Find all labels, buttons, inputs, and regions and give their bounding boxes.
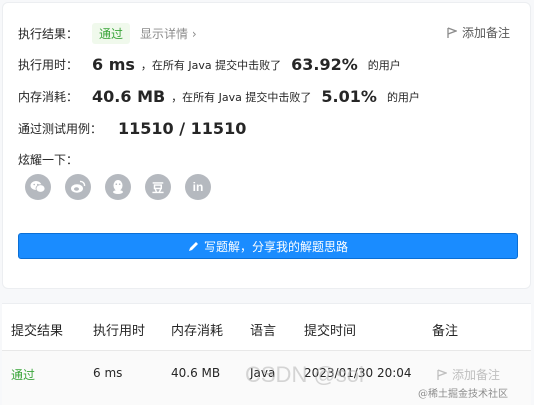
- douban-icon[interactable]: 豆: [145, 174, 171, 200]
- row-add-note-button[interactable]: 添加备注: [437, 366, 500, 383]
- douban-glyph: 豆: [151, 180, 164, 195]
- row-add-note-label: 添加备注: [452, 368, 501, 382]
- linkedin-icon[interactable]: in: [185, 174, 211, 200]
- pencil-icon: [188, 241, 198, 251]
- runtime-suffix: 的用户: [367, 58, 401, 72]
- header-status: 提交结果: [11, 324, 64, 339]
- runtime-percent: 63.92%: [291, 55, 358, 74]
- wechat-icon[interactable]: [25, 174, 51, 200]
- header-language: 语言: [250, 324, 277, 339]
- flag-icon: [447, 26, 457, 38]
- header-runtime: 执行用时: [93, 324, 146, 339]
- linkedin-glyph: in: [192, 180, 204, 194]
- show-details-link[interactable]: 显示详情 ›: [140, 25, 197, 42]
- header-memory: 内存消耗: [171, 324, 224, 339]
- csdn-watermark: CSDN @sol: [245, 362, 364, 387]
- memory-value: 40.6 MB: [92, 87, 166, 106]
- share-icons: 豆 in: [25, 174, 211, 200]
- memory-percent: 5.01%: [321, 87, 377, 106]
- flag-icon: [437, 368, 447, 380]
- write-solution-button[interactable]: 写题解，分享我的解题思路: [18, 233, 518, 259]
- runtime-value: 6 ms: [92, 55, 135, 74]
- memory-label: 内存消耗：: [18, 90, 79, 104]
- row-runtime: 6 ms: [93, 366, 123, 380]
- header-submit-time: 提交时间: [304, 324, 357, 339]
- table-header: 提交结果 执行用时 内存消耗 语言 提交时间 备注: [2, 304, 531, 351]
- memory-suffix: 的用户: [386, 90, 420, 104]
- tests-value: 11510 / 11510: [118, 119, 247, 138]
- runtime-row: 执行用时： 6 ms ，在所有 Java 提交中击败了 63.92% 的用户: [18, 55, 401, 74]
- write-solution-label: 写题解，分享我的解题思路: [203, 239, 348, 254]
- row-status[interactable]: 通过: [11, 366, 35, 383]
- header-note: 备注: [432, 324, 459, 339]
- row-memory: 40.6 MB: [171, 366, 221, 380]
- juejin-watermark: @稀土掘金技术社区: [418, 389, 508, 400]
- result-label: 执行结果：: [18, 27, 79, 41]
- runtime-label: 执行用时：: [18, 58, 79, 72]
- tests-row: 通过测试用例： 11510 / 11510: [18, 119, 246, 138]
- share-label-row: 炫耀一下：: [18, 151, 78, 168]
- runtime-beat-text: ，在所有 Java 提交中击败了: [140, 58, 282, 72]
- memory-row: 内存消耗： 40.6 MB ，在所有 Java 提交中击败了 5.01% 的用户: [18, 87, 420, 106]
- add-note-label: 添加备注: [461, 26, 510, 40]
- result-row: 执行结果： 通过 显示详情 ›: [18, 23, 197, 44]
- share-label: 炫耀一下：: [18, 153, 79, 167]
- result-card: 执行结果： 通过 显示详情 › 添加备注 执行用时： 6 ms ，在所有 Jav…: [2, 2, 531, 289]
- add-note-button[interactable]: 添加备注: [447, 24, 510, 41]
- weibo-icon[interactable]: [65, 174, 91, 200]
- tests-label: 通过测试用例：: [18, 122, 103, 136]
- qq-icon[interactable]: [105, 174, 131, 200]
- status-badge: 通过: [92, 23, 131, 44]
- memory-beat-text: ，在所有 Java 提交中击败了: [171, 90, 312, 104]
